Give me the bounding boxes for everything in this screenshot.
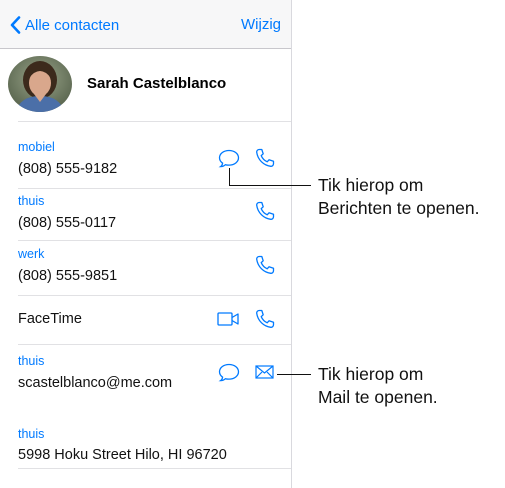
back-button-label: Alle contacten xyxy=(25,16,120,34)
avatar xyxy=(8,56,72,112)
phone-icon[interactable] xyxy=(255,148,275,168)
divider xyxy=(18,468,291,469)
callout-mail-line1: Tik hierop om xyxy=(318,364,424,384)
field-value: 5998 Hoku Street Hilo, HI 96720 xyxy=(18,447,227,463)
phone-icon[interactable] xyxy=(255,309,275,329)
edit-button[interactable]: Wijzig xyxy=(241,16,281,33)
field-row-email[interactable]: thuis scastelblanco@me.com xyxy=(0,344,291,414)
chevron-left-icon xyxy=(10,16,21,34)
field-row-mobile[interactable]: mobiel (808) 555-9182 xyxy=(0,121,291,188)
callout-messages-line1: Tik hierop om xyxy=(318,175,424,195)
message-icon[interactable] xyxy=(218,149,240,168)
field-label: thuis xyxy=(18,194,45,208)
navigation-bar: Alle contacten Wijzig xyxy=(0,0,291,49)
field-label: mobiel xyxy=(18,140,55,154)
field-label: thuis xyxy=(18,354,45,368)
callout-messages: Tik hierop om Berichten te openen. xyxy=(318,174,480,220)
field-label: thuis xyxy=(18,427,45,441)
phone-icon[interactable] xyxy=(255,201,275,221)
field-label: werk xyxy=(18,247,45,261)
mail-icon[interactable] xyxy=(255,365,274,379)
callout-leader-line xyxy=(229,185,311,186)
phone-icon[interactable] xyxy=(255,255,275,275)
video-icon[interactable] xyxy=(217,311,241,327)
field-row-facetime[interactable]: FaceTime xyxy=(0,295,291,344)
field-value: (808) 555-9182 xyxy=(18,161,118,177)
message-icon[interactable] xyxy=(218,363,240,382)
field-value: (808) 555-0117 xyxy=(18,215,117,231)
field-row-home-phone[interactable]: thuis (808) 555-0117 xyxy=(0,188,291,240)
callout-mail-line2: Mail te openen. xyxy=(318,387,438,407)
field-value: (808) 555-9851 xyxy=(18,268,118,284)
facetime-label: FaceTime xyxy=(18,311,82,327)
back-button[interactable]: Alle contacten xyxy=(10,16,119,34)
callout-mail: Tik hierop om Mail te openen. xyxy=(318,363,438,409)
callout-leader-line xyxy=(229,168,230,186)
callout-leader-line xyxy=(277,374,311,375)
contact-card-screen: Alle contacten Wijzig Sarah Castelblanco… xyxy=(0,0,292,488)
field-value: scastelblanco@me.com xyxy=(18,375,173,391)
field-row-address[interactable]: thuis 5998 Hoku Street Hilo, HI 96720 xyxy=(0,414,291,468)
contact-name: Sarah Castelblanco xyxy=(87,75,227,92)
callout-messages-line2: Berichten te openen. xyxy=(318,198,480,218)
field-row-work-phone[interactable]: werk (808) 555-9851 xyxy=(0,240,291,295)
